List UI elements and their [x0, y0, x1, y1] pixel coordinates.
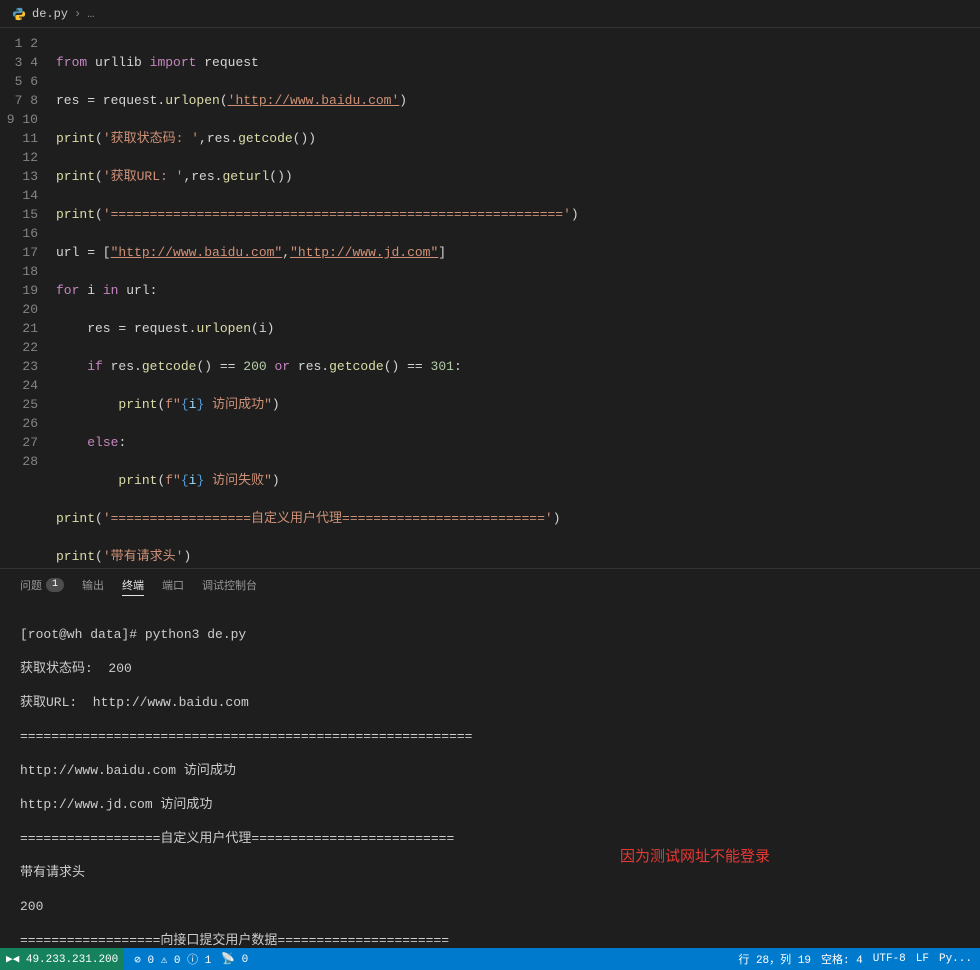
status-language[interactable]: Py...	[939, 953, 972, 965]
terminal-line: http://www.jd.com 访问成功	[20, 796, 960, 813]
annotation-text: 因为测试网址不能登录	[620, 849, 770, 866]
breadcrumb-more[interactable]: …	[87, 7, 94, 21]
status-eol[interactable]: LF	[916, 953, 929, 965]
terminal-line: ==================向接口提交用户数据=============…	[20, 932, 960, 948]
python-file-icon	[12, 7, 26, 21]
tab-terminal[interactable]: 终端	[122, 577, 144, 593]
tab-problems[interactable]: 问题 1	[20, 577, 64, 593]
chevron-right-icon: ›	[74, 7, 81, 21]
code-area[interactable]: from urllib import request res = request…	[56, 28, 980, 568]
terminal-line: ========================================…	[20, 728, 960, 745]
breadcrumb-bar: de.py › …	[0, 0, 980, 28]
terminal-line: [root@wh data]# python3 de.py	[20, 626, 960, 643]
status-radio[interactable]: 📡 0	[221, 952, 248, 966]
terminal[interactable]: [root@wh data]# python3 de.py 获取状态码: 200…	[0, 601, 980, 948]
tab-debug-console[interactable]: 调试控制台	[202, 577, 257, 593]
tab-ports[interactable]: 端口	[162, 577, 184, 593]
panel: 问题 1 输出 终端 端口 调试控制台 [root@wh data]# pyth…	[0, 568, 980, 948]
terminal-line: ==================自定义用户代理===============…	[20, 830, 960, 847]
status-errors[interactable]: ⊘ 0 ⚠ 0 ⓘ 1	[134, 951, 211, 967]
panel-tabs: 问题 1 输出 终端 端口 调试控制台	[0, 569, 980, 601]
tab-output[interactable]: 输出	[82, 577, 104, 593]
terminal-line: 获取URL: http://www.baidu.com	[20, 694, 960, 711]
statusbar: ▶◀ 49.233.231.200 ⊘ 0 ⚠ 0 ⓘ 1 📡 0 行 28，列…	[0, 948, 980, 970]
terminal-line: 带有请求头	[20, 864, 960, 881]
editor[interactable]: 1 2 3 4 5 6 7 8 9 10 11 12 13 14 15 16 1…	[0, 28, 980, 568]
terminal-line: 200	[20, 898, 960, 915]
gutter: 1 2 3 4 5 6 7 8 9 10 11 12 13 14 15 16 1…	[0, 28, 56, 568]
status-position[interactable]: 行 28，列 19	[738, 951, 811, 967]
status-remote[interactable]: ▶◀ 49.233.231.200	[0, 948, 124, 970]
status-encoding[interactable]: UTF-8	[873, 953, 906, 965]
terminal-line: 获取状态码: 200	[20, 660, 960, 677]
breadcrumb-file[interactable]: de.py	[32, 7, 68, 21]
status-spaces[interactable]: 空格: 4	[821, 951, 863, 967]
terminal-line: http://www.baidu.com 访问成功	[20, 762, 960, 779]
